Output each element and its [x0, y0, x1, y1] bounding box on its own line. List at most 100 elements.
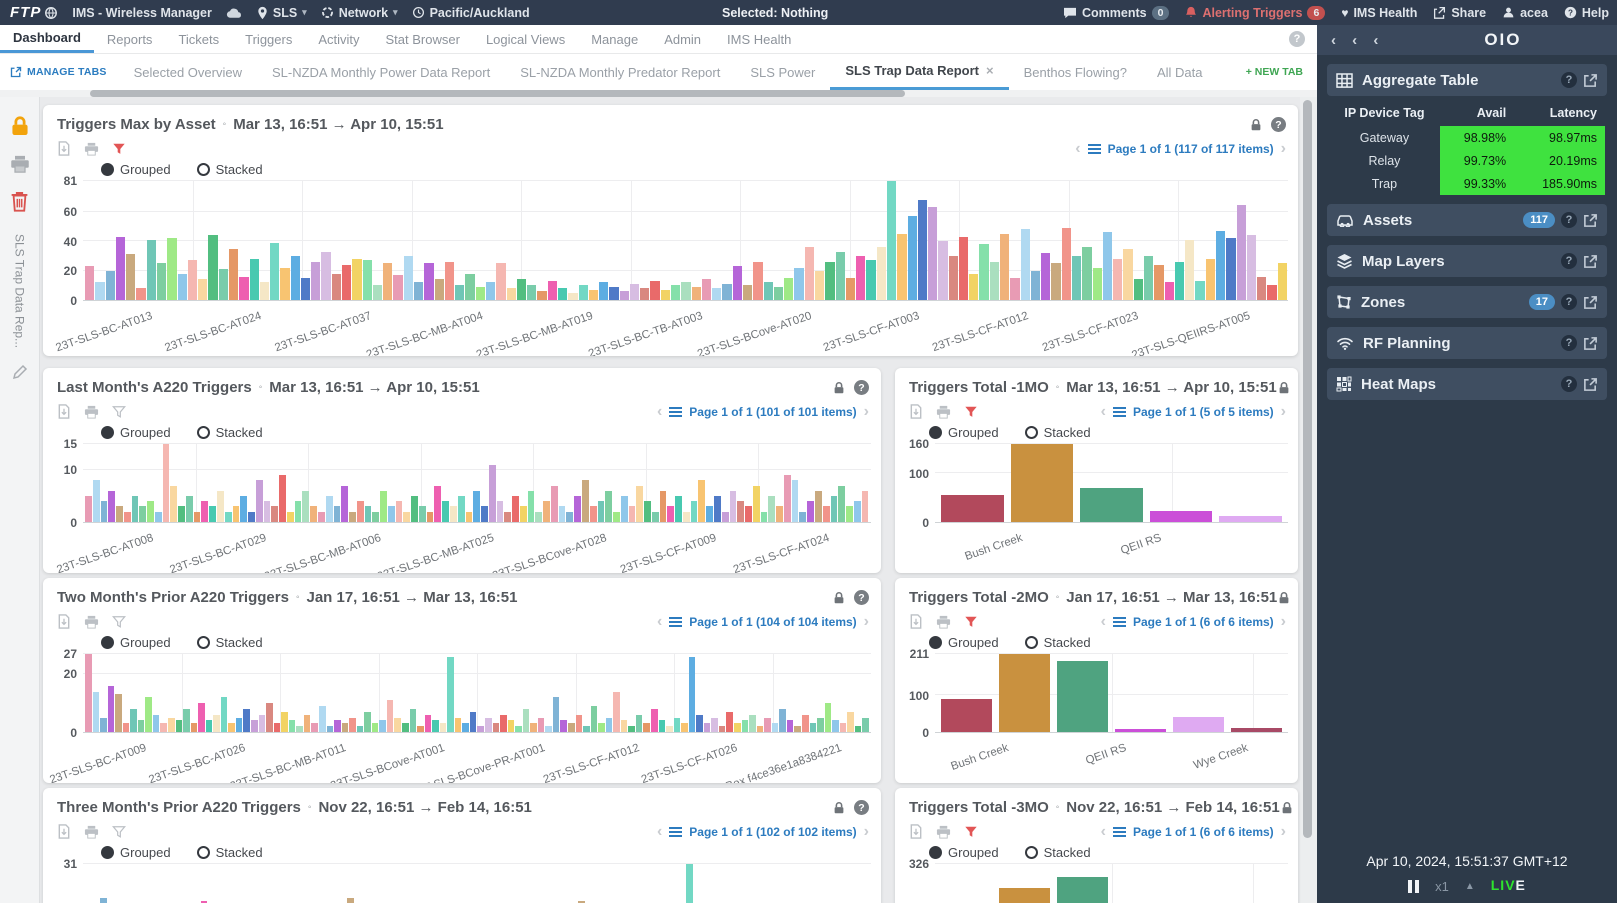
bar[interactable] — [85, 266, 94, 300]
bar[interactable] — [847, 712, 854, 732]
bar[interactable] — [334, 720, 341, 732]
bar[interactable] — [228, 723, 235, 732]
external-link-icon[interactable] — [1583, 336, 1598, 351]
bar[interactable] — [862, 491, 869, 522]
bar[interactable] — [1278, 263, 1287, 300]
page-prev-icon[interactable]: ‹ — [657, 404, 662, 420]
bar[interactable] — [248, 512, 255, 522]
bar[interactable] — [979, 244, 988, 300]
export-icon[interactable] — [57, 614, 71, 629]
bar[interactable] — [807, 501, 814, 522]
grouped-radio[interactable] — [101, 163, 114, 176]
bar[interactable] — [856, 256, 865, 300]
table-row[interactable]: Gateway 98.98% 98.97ms — [1329, 126, 1605, 149]
page-prev-icon[interactable]: ‹ — [657, 824, 662, 840]
print-icon[interactable] — [84, 615, 99, 629]
page-menu-icon[interactable] — [669, 827, 682, 837]
bar[interactable] — [683, 512, 690, 522]
bar[interactable] — [100, 718, 107, 732]
page-indicator[interactable]: Page 1 of 1 (101 of 101 items) — [689, 405, 856, 419]
bar[interactable] — [447, 657, 454, 732]
help-icon[interactable]: ? — [854, 590, 869, 605]
filter-icon[interactable] — [964, 405, 978, 419]
bar[interactable] — [188, 260, 197, 300]
page-menu-icon[interactable] — [669, 617, 682, 627]
bar[interactable] — [206, 720, 213, 732]
bar[interactable] — [530, 723, 537, 732]
bar[interactable] — [620, 291, 629, 300]
bar[interactable] — [908, 216, 917, 300]
sidebar-section-zones[interactable]: Zones 17 ? — [1327, 286, 1607, 318]
bar[interactable] — [949, 256, 958, 300]
page-next-icon[interactable]: › — [1281, 404, 1286, 420]
bar[interactable] — [799, 512, 806, 522]
bar[interactable] — [817, 718, 824, 732]
tab-sls-power[interactable]: SLS Power — [735, 54, 830, 90]
print-icon[interactable] — [84, 142, 99, 156]
bar[interactable] — [357, 501, 364, 522]
bar[interactable] — [846, 506, 853, 522]
page-next-icon[interactable]: › — [1281, 141, 1286, 157]
bar[interactable] — [417, 726, 424, 732]
bar[interactable] — [1237, 205, 1246, 300]
external-link-icon[interactable] — [1583, 213, 1598, 228]
bar[interactable] — [591, 706, 598, 732]
bar[interactable] — [598, 501, 605, 522]
bar[interactable] — [1011, 444, 1074, 522]
lock-icon[interactable] — [1280, 801, 1294, 815]
bar[interactable] — [256, 480, 263, 522]
bar[interactable] — [1057, 661, 1108, 732]
bar[interactable] — [147, 501, 154, 522]
bar[interactable] — [270, 243, 279, 300]
bar[interactable] — [363, 260, 372, 300]
bar[interactable] — [1093, 268, 1102, 300]
bar[interactable] — [605, 491, 612, 522]
bar[interactable] — [681, 723, 688, 732]
bar[interactable] — [784, 278, 793, 300]
tab-sl-nzda-monthly-predator-report[interactable]: SL-NZDA Monthly Predator Report — [505, 54, 735, 90]
bar[interactable] — [681, 282, 690, 300]
bar[interactable] — [458, 496, 465, 522]
bar[interactable] — [93, 692, 100, 732]
bar[interactable] — [334, 506, 341, 522]
page-menu-icon[interactable] — [669, 407, 682, 417]
bar[interactable] — [719, 726, 726, 732]
nav-item-logical-views[interactable]: Logical Views — [473, 25, 578, 53]
bar[interactable] — [515, 726, 522, 732]
external-link-icon[interactable] — [1583, 73, 1598, 88]
bar[interactable] — [176, 720, 183, 732]
table-row[interactable]: Trap 99.33% 185.90ms — [1329, 172, 1605, 195]
bar[interactable] — [219, 269, 228, 300]
external-link-icon[interactable] — [1583, 295, 1598, 310]
bar[interactable] — [311, 262, 320, 300]
bar[interactable] — [545, 726, 552, 732]
pause-icon[interactable] — [1408, 880, 1419, 893]
live-indicator[interactable]: LIVE — [1491, 877, 1526, 895]
bar[interactable] — [124, 512, 131, 522]
bar[interactable] — [877, 247, 886, 300]
bar[interactable] — [116, 506, 123, 522]
bar[interactable] — [380, 491, 387, 522]
export-icon[interactable] — [909, 824, 923, 839]
bar[interactable] — [326, 496, 333, 522]
bar[interactable] — [155, 512, 162, 522]
bar[interactable] — [123, 723, 130, 732]
bar[interactable] — [823, 506, 830, 522]
bar[interactable] — [310, 506, 317, 522]
bar[interactable] — [794, 268, 803, 300]
bar[interactable] — [157, 263, 166, 300]
bar[interactable] — [295, 501, 302, 522]
bar[interactable] — [233, 506, 240, 522]
lock-icon[interactable] — [832, 801, 846, 815]
lock-icon[interactable] — [832, 381, 846, 395]
new-tab-button[interactable]: + NEW TAB — [1232, 66, 1317, 78]
bar[interactable] — [115, 694, 122, 732]
sidebar-section-aggregate-table[interactable]: Aggregate Table ? — [1327, 64, 1607, 96]
bar[interactable] — [1057, 877, 1108, 903]
bar[interactable] — [108, 491, 115, 522]
bar[interactable] — [311, 723, 318, 732]
bar[interactable] — [1051, 263, 1060, 300]
tab-sls-trap-data-report[interactable]: SLS Trap Data Report × — [830, 54, 1008, 90]
bar[interactable] — [462, 723, 469, 732]
help-icon[interactable]: ? — [854, 380, 869, 395]
